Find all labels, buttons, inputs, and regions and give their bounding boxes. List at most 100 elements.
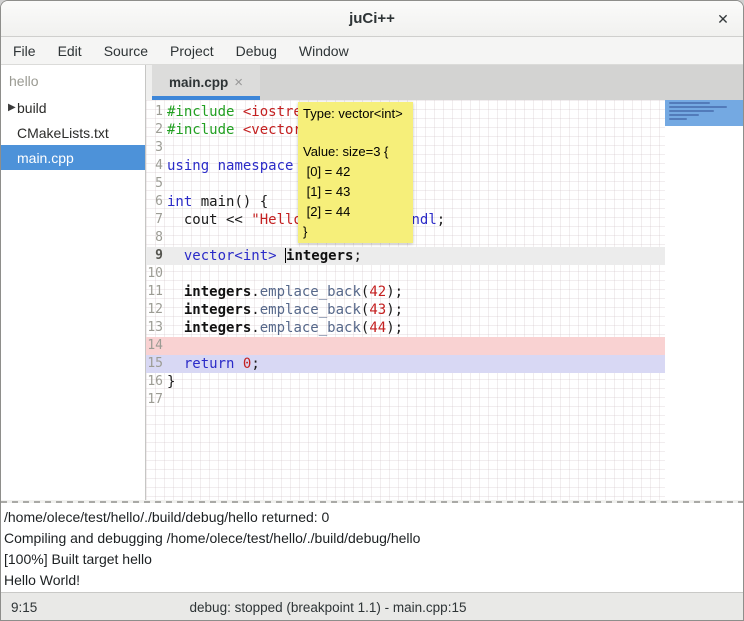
line-number: 6	[146, 193, 167, 211]
code-text: integers.emplace_back(43);	[167, 301, 403, 319]
code-token: #include	[167, 122, 243, 138]
debug-status: debug: stopped (breakpoint 1.1) - main.c…	[1, 600, 655, 615]
line-number: 15	[146, 355, 167, 373]
overlay-text-line	[669, 110, 714, 112]
menu-item-source[interactable]: Source	[93, 37, 159, 65]
tab-close-icon[interactable]: ×	[234, 74, 243, 91]
tree-item-cmakelists.txt[interactable]: CMakeLists.txt	[1, 120, 145, 145]
overlay-text-line	[669, 114, 699, 116]
code-editor[interactable]: 1#include <iostream>2#include <vector>34…	[146, 100, 743, 500]
code-token: ;	[353, 248, 361, 264]
app-window: juCi++ ✕ FileEditSourceProjectDebugWindo…	[0, 0, 744, 621]
terminal-line: /home/olece/test/hello/./build/debug/hel…	[4, 507, 743, 528]
menu-item-debug[interactable]: Debug	[225, 37, 288, 65]
close-icon[interactable]: ✕	[712, 9, 734, 29]
line-number: 7	[146, 211, 167, 229]
menu-item-edit[interactable]: Edit	[47, 37, 93, 65]
tree-item-main.cpp[interactable]: main.cpp	[1, 145, 145, 170]
code-token: 42	[369, 284, 386, 300]
code-text: integers.emplace_back(42);	[167, 283, 403, 301]
code-line-13[interactable]: 13 integers.emplace_back(44);	[146, 319, 665, 337]
line-number: 2	[146, 121, 167, 139]
code-token	[277, 248, 285, 264]
code-text: integers.emplace_back(44);	[167, 319, 403, 337]
code-line-10[interactable]: 10	[146, 265, 665, 283]
code-token: );	[386, 320, 403, 336]
code-token: using	[167, 158, 209, 174]
tree-item-label: CMakeLists.txt	[17, 125, 109, 141]
terminal-output[interactable]: /home/olece/test/hello/./build/debug/hel…	[1, 503, 743, 592]
code-token: );	[386, 284, 403, 300]
code-line-9[interactable]: 9 vector<int> integers;	[146, 247, 665, 265]
code-token	[167, 302, 184, 318]
tooltip-value-line: }	[303, 222, 408, 242]
tab-bar: main.cpp ×	[146, 65, 743, 100]
code-token: int	[167, 194, 192, 210]
expander-icon[interactable]: ▶	[1, 102, 17, 113]
code-line-11[interactable]: 11 integers.emplace_back(42);	[146, 283, 665, 301]
menu-item-file[interactable]: File	[2, 37, 47, 65]
code-line-16[interactable]: 16}	[146, 373, 665, 391]
debug-value-tooltip: Type: vector<int> Value: size=3 { [0] = …	[298, 102, 413, 243]
code-token: vector<int>	[167, 248, 277, 264]
menu-item-project[interactable]: Project	[159, 37, 225, 65]
main-content: hello ▶build CMakeLists.txt main.cpp main.…	[1, 65, 743, 500]
menubar: FileEditSourceProjectDebugWindow	[1, 37, 743, 65]
terminal-line: [100%] Built target hello	[4, 549, 743, 570]
code-token: integers	[286, 248, 353, 264]
line-number: 17	[146, 391, 167, 409]
line-number: 8	[146, 229, 167, 247]
editor-pane: main.cpp × 1#include <iostream>2#include…	[146, 65, 743, 500]
project-name[interactable]: hello	[1, 65, 145, 95]
tooltip-value-line: Value: size=3 {	[303, 142, 408, 162]
code-token: return	[167, 356, 234, 372]
line-number: 12	[146, 301, 167, 319]
code-token: }	[167, 374, 175, 390]
tooltip-value-line: [1] = 43	[303, 182, 408, 202]
menu-item-window[interactable]: Window	[288, 37, 360, 65]
code-token: integers	[184, 284, 251, 300]
tooltip-type: Type: vector<int>	[303, 105, 408, 122]
file-tree: ▶build CMakeLists.txt main.cpp	[1, 95, 145, 170]
line-number: 3	[146, 139, 167, 157]
code-text: int main() {	[167, 193, 268, 211]
code-text: }	[167, 373, 175, 391]
code-token: main() {	[192, 194, 268, 210]
overlay-text-line	[669, 102, 710, 104]
line-number: 9	[146, 247, 167, 265]
code-token: emplace_back	[260, 284, 361, 300]
code-token: #include	[167, 104, 243, 120]
code-token: .	[251, 320, 259, 336]
line-number: 4	[146, 157, 167, 175]
tab-main-cpp[interactable]: main.cpp ×	[152, 65, 260, 100]
line-number: 14	[146, 337, 167, 355]
code-token: .	[251, 302, 259, 318]
tooltip-value-line: [0] = 42	[303, 162, 408, 182]
tooltip-value-line: [2] = 44	[303, 202, 408, 222]
code-token: ;	[251, 356, 259, 372]
code-token	[209, 158, 217, 174]
line-number: 16	[146, 373, 167, 391]
code-token: integers	[184, 302, 251, 318]
overlay-text-line	[669, 118, 687, 120]
code-token: ;	[437, 212, 445, 228]
code-token: 44	[369, 320, 386, 336]
code-token: namespace	[218, 158, 294, 174]
code-text: return 0;	[167, 355, 260, 373]
line-number: 5	[146, 175, 167, 193]
code-line-15[interactable]: 15 return 0;	[146, 355, 665, 373]
sidebar: hello ▶build CMakeLists.txt main.cpp	[1, 65, 146, 500]
code-line-12[interactable]: 12 integers.emplace_back(43);	[146, 301, 665, 319]
tree-item-build[interactable]: ▶build	[1, 95, 145, 120]
titlebar[interactable]: juCi++ ✕	[1, 1, 743, 37]
code-token	[234, 356, 242, 372]
code-token	[167, 320, 184, 336]
pane-divider-handle[interactable]	[1, 500, 743, 503]
overlay-popup	[665, 100, 743, 126]
overlay-text-line	[669, 106, 727, 108]
window-title: juCi++	[1, 10, 743, 27]
code-line-14[interactable]: 14	[146, 337, 665, 355]
code-line-17[interactable]: 17	[146, 391, 665, 409]
tab-label: main.cpp	[169, 75, 228, 90]
statusbar: 9:15 debug: stopped (breakpoint 1.1) - m…	[1, 592, 743, 621]
